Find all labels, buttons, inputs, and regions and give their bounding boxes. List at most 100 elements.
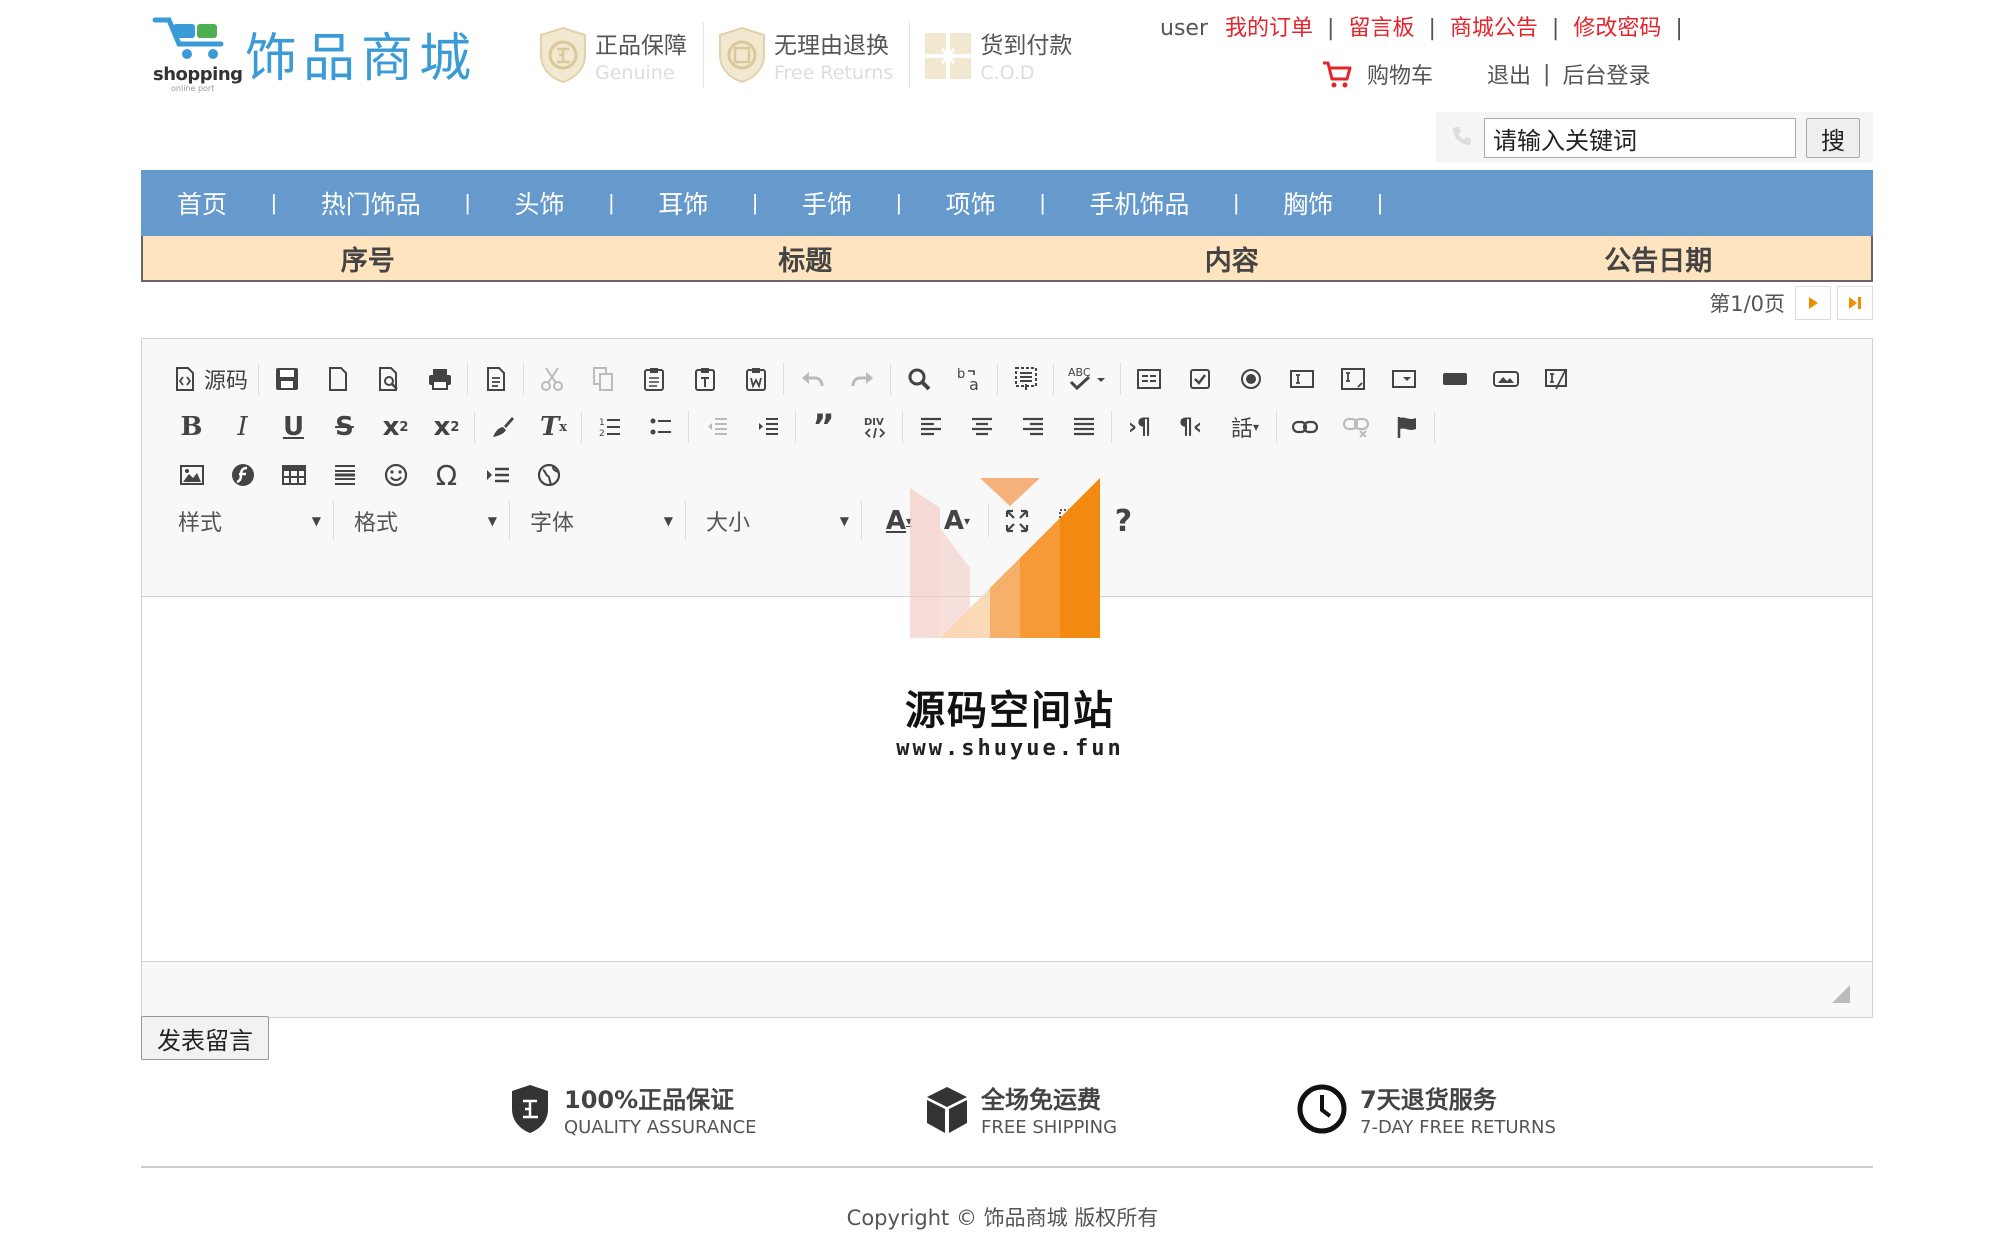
resize-handle-icon[interactable] bbox=[1832, 985, 1850, 1003]
new-page-button[interactable] bbox=[312, 359, 363, 399]
iframe-button[interactable] bbox=[523, 455, 574, 495]
unlink-button[interactable] bbox=[1330, 407, 1381, 447]
select-field-button[interactable] bbox=[1378, 359, 1429, 399]
change-password-link[interactable]: 修改密码 bbox=[1573, 16, 1661, 41]
search-input[interactable] bbox=[1484, 118, 1796, 158]
ltr-button[interactable]: ›¶ bbox=[1114, 407, 1165, 447]
horizontal-rule-button[interactable] bbox=[319, 455, 370, 495]
admin-login-link[interactable]: 后台登录 bbox=[1562, 58, 1650, 90]
format-combo[interactable]: 格式 ▼ bbox=[342, 501, 510, 541]
copy-icon bbox=[592, 367, 613, 391]
anchor-button[interactable] bbox=[1381, 407, 1432, 447]
globe-icon bbox=[537, 463, 560, 487]
cart-link[interactable]: 购物车 bbox=[1367, 58, 1433, 90]
align-right-icon bbox=[1022, 417, 1043, 436]
search-button[interactable]: 搜 bbox=[1806, 118, 1860, 158]
language-button[interactable]: 話 ▾ bbox=[1216, 407, 1274, 447]
strikethrough-button[interactable]: S bbox=[319, 407, 370, 447]
nav-item-necklaces[interactable]: 项饰 bbox=[946, 185, 996, 221]
spellcheck-button[interactable]: ABC bbox=[1056, 359, 1118, 399]
print-button[interactable] bbox=[414, 359, 465, 399]
site-logo[interactable]: shopping online port bbox=[151, 14, 243, 93]
align-left-button[interactable] bbox=[905, 407, 956, 447]
nav-item-headwear[interactable]: 头饰 bbox=[514, 185, 564, 221]
play-right-icon bbox=[1809, 297, 1818, 309]
font-combo[interactable]: 字体 ▼ bbox=[518, 501, 686, 541]
paste-text-icon bbox=[694, 368, 715, 391]
paste-text-button[interactable] bbox=[679, 359, 730, 399]
bulleted-list-button[interactable] bbox=[635, 407, 686, 447]
site-name[interactable]: 饰品商城 bbox=[245, 16, 477, 91]
my-orders-link[interactable]: 我的订单 bbox=[1225, 16, 1313, 41]
copy-button[interactable] bbox=[577, 359, 628, 399]
image-button-field-button[interactable] bbox=[1480, 359, 1531, 399]
undo-button[interactable] bbox=[786, 359, 837, 399]
blockquote-button[interactable]: ” bbox=[798, 407, 849, 447]
link-button[interactable] bbox=[1279, 407, 1330, 447]
svg-text:DIV: DIV bbox=[864, 417, 884, 428]
badge-genuine: 正品保障 Genuine bbox=[525, 22, 704, 88]
create-div-button[interactable]: DIV bbox=[849, 407, 900, 447]
indent-button[interactable] bbox=[742, 407, 793, 447]
size-combo[interactable]: 大小 ▼ bbox=[694, 501, 862, 541]
flash-button[interactable] bbox=[217, 455, 268, 495]
bold-button[interactable]: B bbox=[166, 407, 217, 447]
form-button[interactable] bbox=[1123, 359, 1174, 399]
align-right-button[interactable] bbox=[1007, 407, 1058, 447]
username: user bbox=[1160, 16, 1208, 41]
smiley-button[interactable] bbox=[370, 455, 421, 495]
announcements-link[interactable]: 商城公告 bbox=[1450, 16, 1538, 41]
align-center-button[interactable] bbox=[956, 407, 1007, 447]
source-button[interactable]: 源码 bbox=[166, 359, 256, 399]
outdent-button[interactable] bbox=[691, 407, 742, 447]
font-combo-label: 字体 bbox=[530, 511, 575, 536]
textfield-button[interactable] bbox=[1276, 359, 1327, 399]
redo-button[interactable] bbox=[837, 359, 888, 399]
table-button[interactable] bbox=[268, 455, 319, 495]
remove-format-button[interactable]: Tx bbox=[528, 407, 579, 447]
paste-word-button[interactable] bbox=[730, 359, 781, 399]
select-all-button[interactable] bbox=[1000, 359, 1051, 399]
numbered-list-button[interactable]: 12 bbox=[584, 407, 635, 447]
paste-button[interactable] bbox=[628, 359, 679, 399]
image-button[interactable] bbox=[166, 455, 217, 495]
replace-button[interactable]: ba bbox=[944, 359, 995, 399]
cut-button[interactable] bbox=[526, 359, 577, 399]
checkbox-button[interactable] bbox=[1174, 359, 1225, 399]
italic-button[interactable]: I bbox=[217, 407, 268, 447]
link-icon bbox=[1291, 420, 1318, 434]
copy-format-button[interactable] bbox=[477, 407, 528, 447]
page-break-button[interactable] bbox=[472, 455, 523, 495]
styles-combo[interactable]: 样式 ▼ bbox=[166, 501, 334, 541]
badge-title: 无理由退换 bbox=[774, 33, 889, 59]
nav-item-earrings[interactable]: 耳饰 bbox=[658, 185, 708, 221]
nav-item-bracelets[interactable]: 手饰 bbox=[802, 185, 852, 221]
cart-icon[interactable] bbox=[1321, 59, 1353, 89]
special-char-button[interactable]: Ω bbox=[421, 455, 472, 495]
nav-item-phone[interactable]: 手机饰品 bbox=[1089, 185, 1189, 221]
textarea-button[interactable] bbox=[1327, 359, 1378, 399]
templates-button[interactable] bbox=[470, 359, 521, 399]
nav-item-hot[interactable]: 热门饰品 bbox=[321, 185, 421, 221]
nav-item-brooches[interactable]: 胸饰 bbox=[1283, 185, 1333, 221]
rtl-button[interactable]: ¶‹ bbox=[1165, 407, 1216, 447]
message-board-link[interactable]: 留言板 bbox=[1348, 16, 1414, 41]
hidden-field-button[interactable] bbox=[1531, 359, 1582, 399]
superscript-button[interactable]: x2 bbox=[421, 407, 472, 447]
page-break-icon bbox=[486, 467, 509, 483]
editor-status-bar bbox=[142, 961, 1872, 1017]
justify-button[interactable] bbox=[1058, 407, 1109, 447]
button-field-button[interactable] bbox=[1429, 359, 1480, 399]
scissors-icon bbox=[540, 367, 563, 391]
last-page-button[interactable] bbox=[1837, 286, 1873, 320]
underline-button[interactable]: U bbox=[268, 407, 319, 447]
nav-item-home[interactable]: 首页 bbox=[177, 185, 227, 221]
next-page-button[interactable] bbox=[1795, 286, 1831, 320]
save-button[interactable] bbox=[261, 359, 312, 399]
subscript-button[interactable]: x2 bbox=[370, 407, 421, 447]
preview-button[interactable] bbox=[363, 359, 414, 399]
radio-button[interactable] bbox=[1225, 359, 1276, 399]
find-button[interactable] bbox=[893, 359, 944, 399]
post-message-button[interactable]: 发表留言 bbox=[141, 1016, 269, 1060]
logout-link[interactable]: 退出 bbox=[1487, 58, 1531, 90]
